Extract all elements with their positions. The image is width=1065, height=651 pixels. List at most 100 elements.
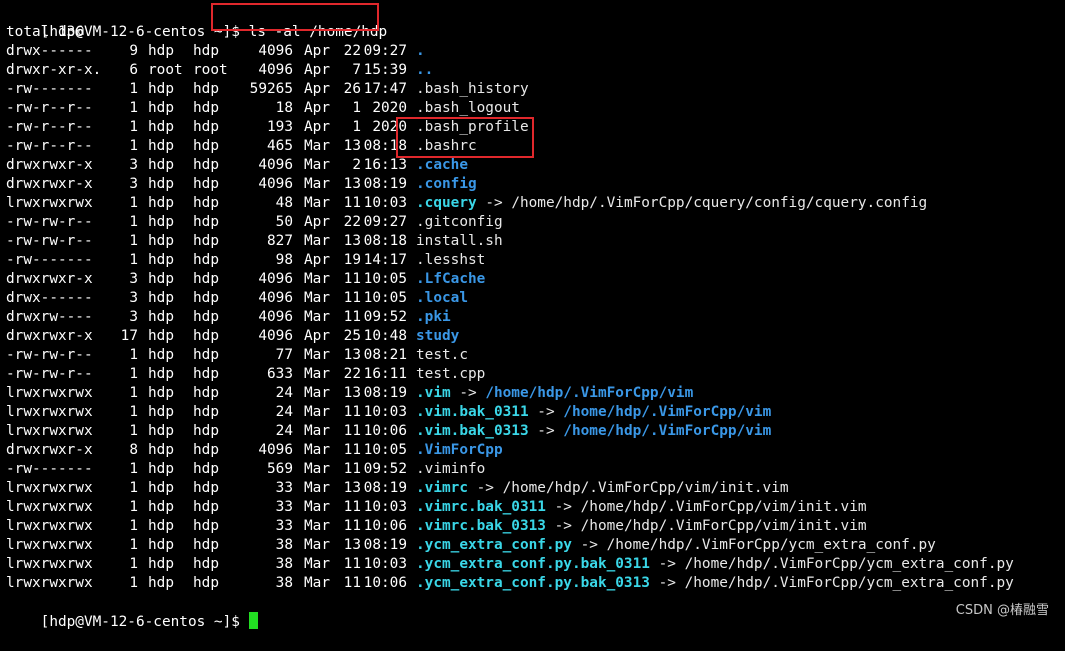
link-count-field: 1 [129, 537, 138, 553]
size-field: 48 [275, 195, 293, 211]
link-count-field: 1 [129, 252, 138, 268]
permissions-field: lrwxrwxrwx [6, 499, 93, 515]
time-field: 10:05 [363, 290, 407, 306]
group-field: hdp [193, 119, 219, 135]
link-count-field: 1 [129, 575, 138, 591]
symlink-target: /home/hdp/.VimForCpp/ycm_extra_conf.py [684, 575, 1014, 591]
listing-row: -rw-r--r-- 1 hdp hdp 465 Mar 13 08:18 .bashrc [6, 137, 1065, 156]
listing-row: -rw------- 1 hdp hdp 98 Apr 19 14:17 .lesshst [6, 251, 1065, 270]
month-field: Apr [304, 328, 330, 344]
listing-row: -rw-r--r-- 1 hdp hdp 18 Apr 1 2020 .bash_logout [6, 99, 1065, 118]
listing-row: lrwxrwxrwx 1 hdp hdp 33 Mar 11 10:06 .vimrc.bak_… [6, 517, 1065, 536]
csdn-watermark: CSDN @椿融雪 [955, 603, 1049, 618]
time-field: 10:03 [363, 556, 407, 572]
owner-field: hdp [148, 366, 174, 382]
owner-field: hdp [148, 499, 174, 515]
owner-field: hdp [148, 252, 174, 268]
listing-row: drwxrwxr-x 17 hdp hdp 4096 Apr 25 10:48 study [6, 327, 1065, 346]
group-field: hdp [193, 404, 219, 420]
file-name: .cache [416, 157, 468, 173]
symlink-arrow: -> [476, 195, 512, 211]
group-field: hdp [193, 385, 219, 401]
symlink-target: /home/hdp/.VimForCpp/ycm_extra_conf.py [606, 537, 936, 553]
day-field: 11 [343, 556, 361, 572]
file-name: .ycm_extra_conf.py [416, 537, 572, 553]
permissions-field: drwxrwxr-x [6, 176, 93, 192]
size-field: 193 [267, 119, 293, 135]
link-count-field: 1 [129, 81, 138, 97]
active-prompt-line[interactable]: [hdp@VM-12-6-centos ~]$ [6, 593, 1065, 630]
time-field: 16:13 [363, 157, 407, 173]
group-field: hdp [193, 214, 219, 230]
month-field: Apr [304, 100, 330, 116]
group-field: root [193, 62, 228, 78]
link-count-field: 1 [129, 214, 138, 230]
group-field: hdp [193, 556, 219, 572]
day-field: 22 [343, 43, 361, 59]
group-field: hdp [193, 138, 219, 154]
file-name: .vim.bak_0313 [416, 423, 529, 439]
terminal-cursor[interactable] [248, 612, 258, 629]
size-field: 38 [275, 556, 293, 572]
size-field: 4096 [258, 328, 293, 344]
month-field: Mar [304, 233, 330, 249]
month-field: Apr [304, 81, 330, 97]
group-field: hdp [193, 271, 219, 287]
owner-field: hdp [148, 271, 174, 287]
time-field: 08:18 [363, 233, 407, 249]
size-field: 50 [275, 214, 293, 230]
month-field: Mar [304, 404, 330, 420]
month-field: Mar [304, 138, 330, 154]
file-name: .config [416, 176, 477, 192]
size-field: 33 [275, 480, 293, 496]
permissions-field: lrwxrwxrwx [6, 385, 93, 401]
owner-field: hdp [148, 138, 174, 154]
size-field: 633 [267, 366, 293, 382]
day-field: 13 [343, 233, 361, 249]
group-field: hdp [193, 366, 219, 382]
permissions-field: lrwxrwxrwx [6, 518, 93, 534]
listing-row: -rw-r--r-- 1 hdp hdp 193 Apr 1 2020 .bash_profil… [6, 118, 1065, 137]
file-name: test.c [416, 347, 468, 363]
listing-row: -rw-rw-r-- 1 hdp hdp 77 Mar 13 08:21 test.c [6, 346, 1065, 365]
listing-row: lrwxrwxrwx 1 hdp hdp 48 Mar 11 10:03 .cquery -> … [6, 194, 1065, 213]
month-field: Mar [304, 195, 330, 211]
file-name: .vimrc.bak_0311 [416, 499, 546, 515]
day-field: 11 [343, 290, 361, 306]
owner-field: hdp [148, 575, 174, 591]
symlink-target: /home/hdp/.VimForCpp/vim/init.vim [580, 518, 867, 534]
permissions-field: lrwxrwxrwx [6, 423, 93, 439]
time-field: 08:19 [363, 385, 407, 401]
group-field: hdp [193, 328, 219, 344]
group-field: hdp [193, 195, 219, 211]
group-field: hdp [193, 309, 219, 325]
link-count-field: 1 [129, 480, 138, 496]
month-field: Apr [304, 119, 330, 135]
permissions-field: lrwxrwxrwx [6, 556, 93, 572]
terminal-output[interactable]: [hdp@VM-12-6-centos ~]$ ls -al /home/hdp… [6, 4, 1065, 630]
file-name: .local [416, 290, 468, 306]
link-count-field: 1 [129, 138, 138, 154]
listing-row: drwxrwxr-x 3 hdp hdp 4096 Mar 11 10:05 .LfCache [6, 270, 1065, 289]
group-field: hdp [193, 157, 219, 173]
symlink-arrow: -> [545, 518, 581, 534]
file-name: .vim.bak_0311 [416, 404, 529, 420]
file-name: .bash_profile [416, 119, 529, 135]
size-field: 4096 [258, 43, 293, 59]
month-field: Mar [304, 556, 330, 572]
link-count-field: 1 [129, 518, 138, 534]
file-name: .lesshst [416, 252, 486, 268]
month-field: Apr [304, 214, 330, 230]
month-field: Mar [304, 157, 330, 173]
month-field: Mar [304, 518, 330, 534]
listing-row: drwxr-xr-x. 6 root root 4096 Apr 7 15:39.. [6, 61, 1065, 80]
owner-field: hdp [148, 100, 174, 116]
file-name: .pki [416, 309, 451, 325]
owner-field: hdp [148, 290, 174, 306]
owner-field: hdp [148, 442, 174, 458]
day-field: 11 [343, 499, 361, 515]
size-field: 77 [275, 347, 293, 363]
file-name: .ycm_extra_conf.py.bak_0313 [416, 575, 650, 591]
file-name: .bash_logout [416, 100, 520, 116]
listing-row: lrwxrwxrwx 1 hdp hdp 33 Mar 11 10:03 .vimrc.bak_… [6, 498, 1065, 517]
